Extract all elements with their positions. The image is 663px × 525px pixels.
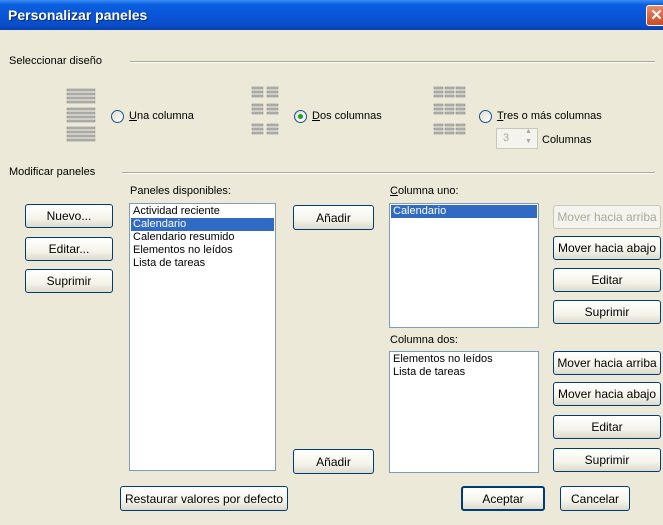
spinner-down-icon[interactable]: ▼ <box>525 138 532 145</box>
column-two-move-up-button[interactable]: Mover hacia arriba <box>553 351 661 375</box>
cancel-button[interactable]: Cancelar <box>560 486 630 511</box>
column-one-list[interactable]: Calendario <box>389 203 539 328</box>
ok-button[interactable]: Aceptar <box>461 486 545 511</box>
column-two-label: Columna dos: <box>390 334 458 346</box>
column-one-move-down-button[interactable]: Mover hacia abajo <box>553 236 661 260</box>
modify-section-heading: Modificar paneles <box>9 166 96 178</box>
one-column-label[interactable]: Una columna <box>129 110 194 122</box>
dialog-window: Personalizar paneles ✕ Seleccionar diseñ… <box>0 0 663 525</box>
restore-defaults-button[interactable]: Restaurar valores por defecto <box>120 486 288 511</box>
list-item[interactable]: Lista de tareas <box>131 257 274 270</box>
column-one-move-up-button[interactable]: Mover hacia arriba <box>553 205 661 229</box>
list-item[interactable]: Calendario resumido <box>131 231 274 244</box>
design-section-divider <box>130 61 655 63</box>
two-column-layout-icon <box>251 86 279 135</box>
list-item[interactable]: Calendario <box>391 205 537 218</box>
column-one-edit-button[interactable]: Editar <box>553 268 661 292</box>
new-panel-button[interactable]: Nuevo... <box>25 204 113 228</box>
available-panels-list[interactable]: Actividad reciente Calendario Calendario… <box>129 203 276 471</box>
columns-count-label: Columnas <box>542 134 592 146</box>
two-columns-radio[interactable] <box>294 110 307 123</box>
column-two-edit-button[interactable]: Editar <box>553 415 661 439</box>
list-item[interactable]: Actividad reciente <box>131 205 274 218</box>
close-icon: ✕ <box>650 7 663 24</box>
column-one-delete-button[interactable]: Suprimir <box>553 300 661 324</box>
delete-panel-button[interactable]: Suprimir <box>25 269 113 293</box>
three-columns-radio[interactable] <box>479 110 492 123</box>
columns-count-spinner[interactable]: 3 ▲ ▼ <box>496 128 538 149</box>
title-bar[interactable]: Personalizar paneles ✕ <box>0 0 663 30</box>
column-two-list[interactable]: Elementos no leídos Lista de tareas <box>389 351 539 473</box>
close-button[interactable]: ✕ <box>646 5 663 26</box>
one-column-radio[interactable] <box>111 110 124 123</box>
modify-section-divider <box>122 172 655 174</box>
list-item[interactable]: Calendario <box>131 218 274 231</box>
add-to-column-one-button[interactable]: Añadir <box>293 205 374 230</box>
column-two-move-down-button[interactable]: Mover hacia abajo <box>553 382 661 406</box>
window-title: Personalizar paneles <box>8 7 148 23</box>
available-panels-label: Paneles disponibles: <box>130 185 231 197</box>
list-item[interactable]: Elementos no leídos <box>391 353 537 366</box>
design-section-heading: Seleccionar diseño <box>9 55 102 67</box>
three-columns-label[interactable]: Tres o más columnas <box>497 110 602 122</box>
columns-count-value: 3 <box>503 132 510 144</box>
spinner-up-icon[interactable]: ▲ <box>525 128 532 135</box>
two-columns-label[interactable]: Dos columnas <box>312 110 382 122</box>
radio-selected-dot <box>298 114 303 119</box>
three-columns-layout-icon <box>433 86 466 135</box>
list-item[interactable]: Lista de tareas <box>391 366 537 379</box>
column-two-delete-button[interactable]: Suprimir <box>553 448 661 472</box>
list-item[interactable]: Elementos no leídos <box>131 244 274 257</box>
column-one-label: Columna uno: <box>390 185 459 197</box>
add-to-column-two-button[interactable]: Añadir <box>293 449 374 474</box>
edit-panel-button[interactable]: Editar... <box>25 237 113 261</box>
one-column-layout-icon <box>66 88 96 142</box>
